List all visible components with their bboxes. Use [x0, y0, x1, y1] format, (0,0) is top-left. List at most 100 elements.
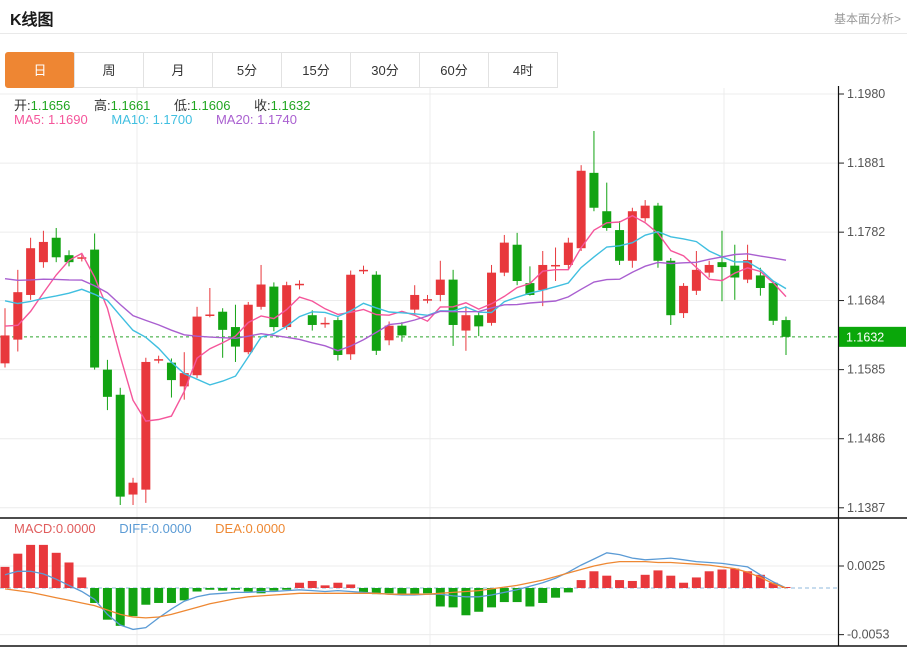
candle-body: [359, 270, 368, 272]
macd-hist-bar: [589, 571, 598, 588]
macd-hist-bar: [193, 588, 202, 592]
candle-body: [423, 299, 432, 301]
candle-body: [679, 286, 688, 313]
candle-body: [13, 292, 22, 339]
macd-hist-bar: [525, 588, 534, 606]
macd-hist-bar: [39, 545, 48, 588]
candle-body: [397, 326, 406, 336]
macd-tick-label: -0.0053: [847, 628, 889, 642]
ma5-label: MA5:: [14, 112, 44, 127]
candle-body: [103, 370, 112, 397]
candle-body: [589, 173, 598, 208]
candle-body: [577, 171, 586, 248]
price-tick-label: 1.1387: [847, 501, 885, 515]
candle-body: [538, 265, 547, 290]
macd-hist-bar: [77, 577, 86, 588]
macd-hist-bar: [218, 588, 227, 591]
candle-body: [500, 243, 509, 273]
macd-hist-bar: [602, 576, 611, 588]
macd-hist-bar: [615, 580, 624, 588]
candle-body: [52, 238, 61, 258]
open-label: 开:: [14, 98, 31, 113]
macd-tick-label: 0.0025: [847, 559, 885, 573]
macd-hist-bar: [308, 581, 317, 588]
macd-hist-bar: [90, 588, 99, 603]
candle-body: [90, 250, 99, 368]
current-price-tag-label: 1.1632: [846, 330, 884, 344]
candle-body: [513, 245, 522, 281]
macd-hist-bar: [231, 588, 240, 590]
macd-hist-bar: [487, 588, 496, 607]
candle-body: [26, 248, 35, 295]
macd-hist-bar: [346, 584, 355, 588]
candle-body: [551, 265, 560, 267]
ma20-label: MA20:: [216, 112, 254, 127]
macd-hist-bar: [129, 588, 138, 616]
candle-body: [666, 261, 675, 315]
candle-body: [244, 305, 253, 352]
macd-hist-bar: [474, 588, 483, 612]
candle-body: [717, 262, 726, 267]
close-value: 1.1632: [271, 98, 311, 113]
macd-hist-bar: [717, 570, 726, 588]
candle-body: [602, 211, 611, 228]
macd-hist-bar: [564, 588, 573, 592]
macd-hist-bar: [666, 576, 675, 588]
macd-hist-bar: [154, 588, 163, 603]
macd-hist-bar: [628, 581, 637, 588]
price-tick-label: 1.1585: [847, 363, 885, 377]
price-tick-label: 1.1782: [847, 225, 885, 239]
macd-hist-bar: [167, 588, 176, 603]
high-label: 高:: [94, 98, 111, 113]
macd-value: 0.0000: [56, 521, 96, 536]
macd-hist-bar: [1, 567, 10, 588]
low-value: 1.1606: [191, 98, 231, 113]
macd-hist-bar: [26, 545, 35, 588]
ma-legend: MA5: 1.1690 MA10: 1.1700 MA20: 1.1740: [14, 112, 317, 127]
close-label: 收:: [254, 98, 271, 113]
candle-body: [39, 242, 48, 262]
candle-body: [474, 315, 483, 326]
macd-hist-bar: [692, 577, 701, 588]
low-label: 低:: [174, 98, 191, 113]
macd-hist-bar: [244, 588, 253, 592]
macd-hist-bar: [180, 588, 189, 600]
candle-body: [257, 284, 266, 306]
candle-body: [487, 273, 496, 323]
candle-body: [154, 359, 163, 361]
macd-hist-bar: [257, 588, 266, 593]
diff-value: 0.0000: [152, 521, 192, 536]
dea-value: 0.0000: [246, 521, 286, 536]
candle-body: [782, 320, 791, 337]
macd-legend: MACD:0.0000 DIFF:0.0000 DEA:0.0000: [14, 521, 305, 536]
macd-hist-bar: [730, 569, 739, 588]
candle-body: [346, 275, 355, 355]
price-tick-label: 1.1881: [847, 156, 885, 170]
diff-label: DIFF:: [119, 521, 152, 536]
candle-body: [756, 275, 765, 288]
macd-hist-bar: [641, 575, 650, 588]
kline-page: K线图 基本面分析> 日 周 月 5分 15分 30分 60分 4时 1.198…: [0, 0, 907, 651]
macd-hist-bar: [410, 588, 419, 594]
candle-body: [129, 483, 138, 495]
macd-hist-bar: [385, 588, 394, 593]
macd-hist-bar: [333, 583, 342, 588]
macd-hist-bar: [205, 588, 214, 590]
candle-body: [116, 395, 125, 497]
candle-body: [705, 265, 714, 273]
candle-body: [308, 315, 317, 325]
macd-hist-bar: [269, 588, 278, 591]
price-tick-label: 1.1486: [847, 432, 885, 446]
candle-body: [692, 270, 701, 291]
macd-hist-bar: [116, 588, 125, 626]
candle-body: [628, 211, 637, 261]
ma10-label: MA10:: [111, 112, 149, 127]
candle-body: [205, 315, 214, 317]
candle-body: [1, 335, 10, 363]
candle-body: [141, 362, 150, 490]
open-value: 1.1656: [31, 98, 71, 113]
macd-hist-bar: [423, 588, 432, 593]
price-tick-label: 1.1980: [847, 87, 885, 101]
ma5-value: 1.1690: [48, 112, 88, 127]
candle-body: [461, 315, 470, 330]
